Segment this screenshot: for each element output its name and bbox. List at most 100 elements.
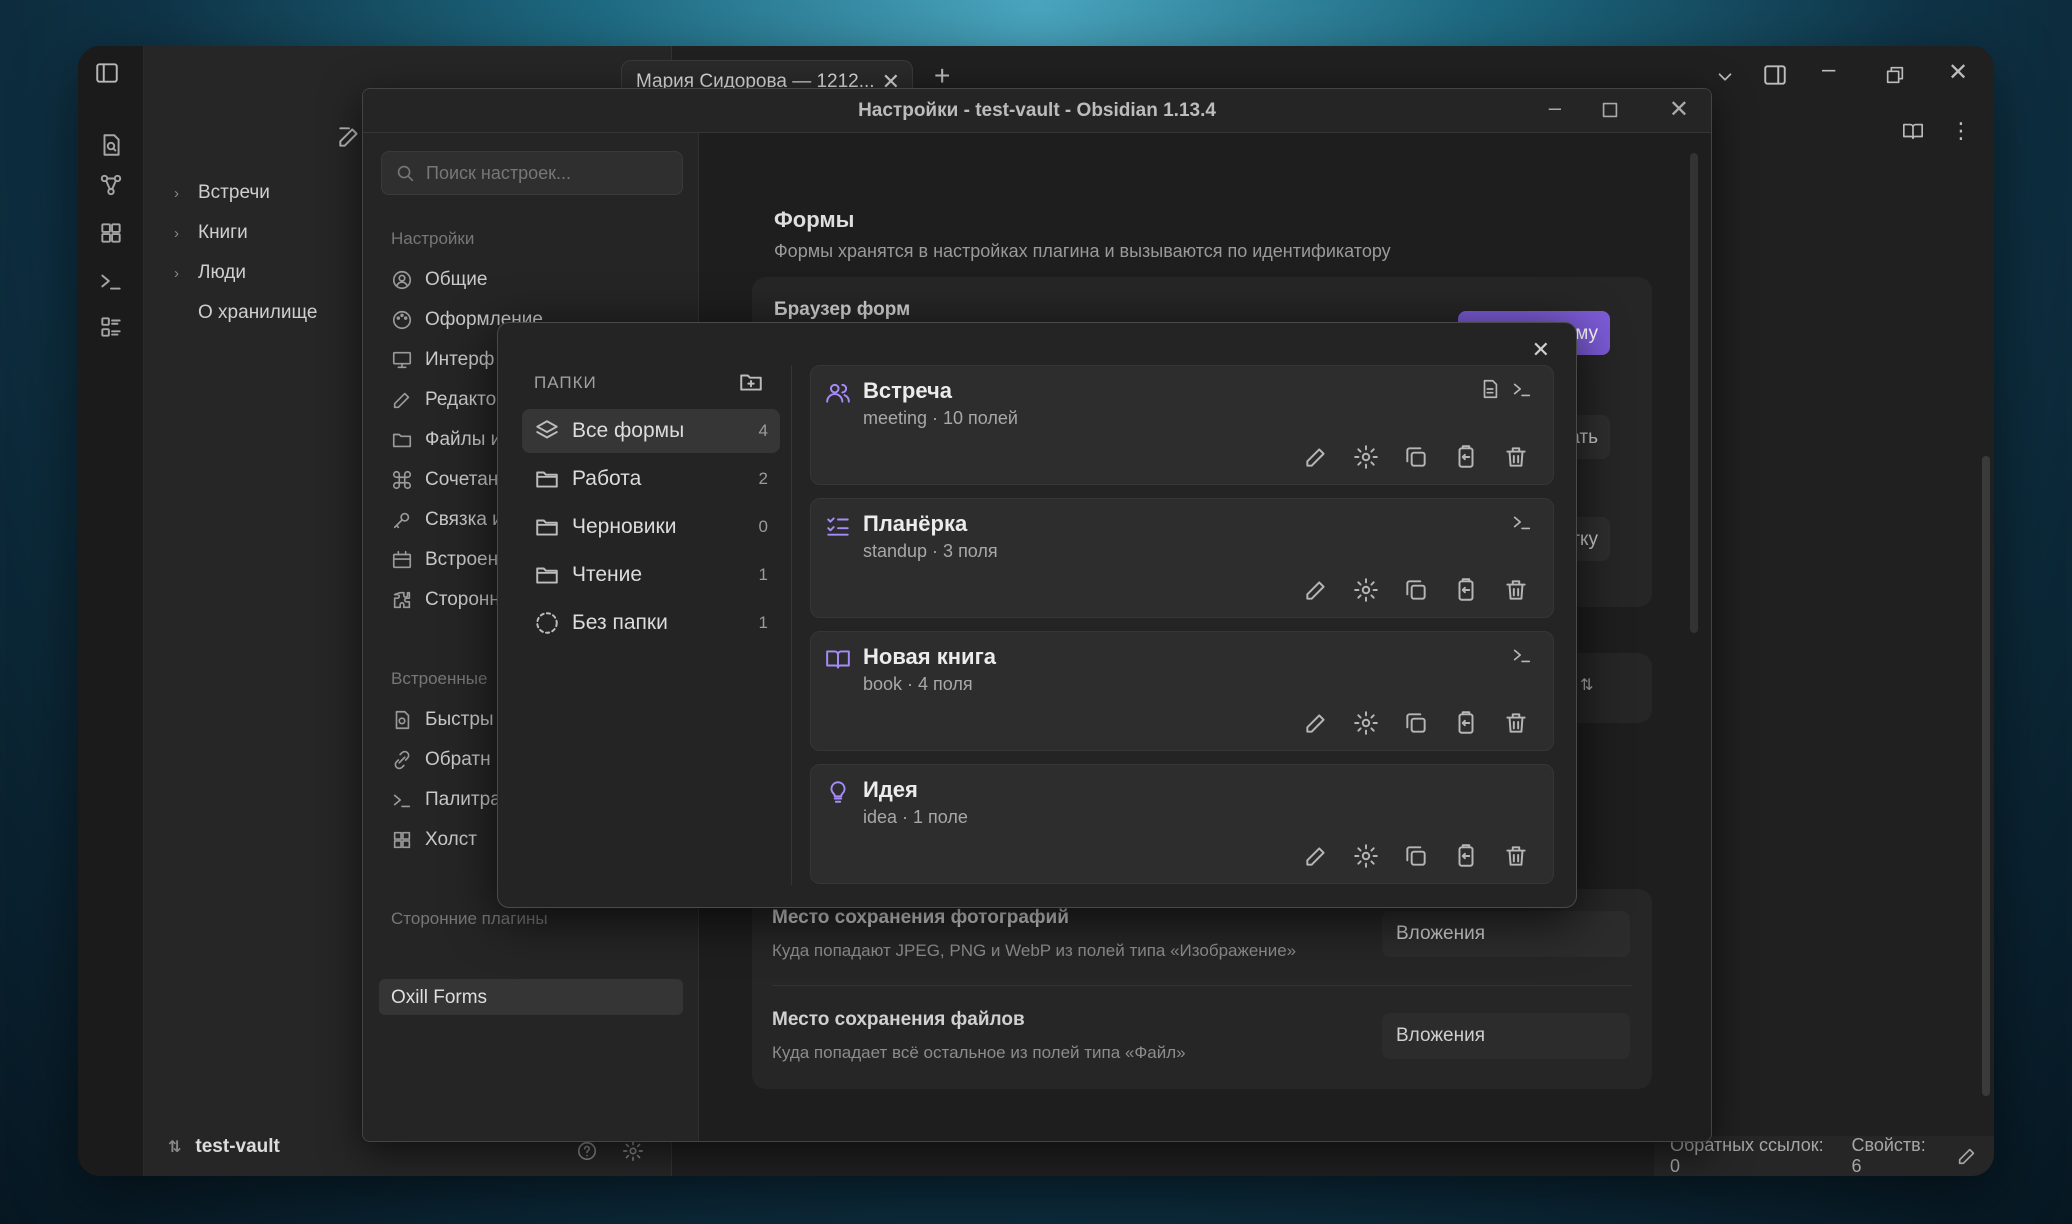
nav-item-palette[interactable]: Палитра (391, 789, 501, 811)
template-icon[interactable] (1479, 378, 1501, 400)
duplicate-icon[interactable] (1403, 444, 1429, 470)
nav-item-quick-switcher[interactable]: Быстры (391, 709, 494, 731)
settings-title: Настройки - test-vault - Obsidian 1.13.4 (363, 89, 1711, 133)
more-options-icon[interactable]: ⋮ (1950, 118, 1972, 144)
lightbulb-icon (825, 779, 851, 805)
export-icon[interactable] (1453, 577, 1479, 603)
canvas-icon[interactable] (98, 220, 124, 246)
nav-item-hotkeys[interactable]: Сочетан (391, 469, 498, 491)
command-palette-icon[interactable] (98, 268, 124, 294)
edit-icon[interactable] (1303, 843, 1329, 869)
form-title: Планёрка (863, 511, 968, 536)
tree-item-books[interactable]: › Книги (174, 222, 248, 244)
nav-item-core[interactable]: Встроен (391, 549, 498, 571)
duplicate-icon[interactable] (1403, 710, 1429, 736)
graph-icon[interactable] (98, 172, 124, 198)
right-sidebar-icon[interactable] (1762, 62, 1788, 88)
settings-search-input[interactable]: Поиск настроек... (381, 151, 683, 195)
export-icon[interactable] (1453, 444, 1479, 470)
scrollbar[interactable] (1982, 456, 1990, 1096)
form-card-meeting[interactable]: Встреча meeting · 10 полей (810, 365, 1554, 485)
settings-maximize-icon[interactable] (1599, 99, 1621, 121)
chevron-updown-icon[interactable]: ⇅ (1580, 663, 1610, 709)
edit-icon[interactable] (1303, 577, 1329, 603)
close-modal-icon[interactable]: ✕ (1532, 337, 1550, 363)
trash-icon[interactable] (1503, 577, 1529, 603)
export-icon[interactable] (1453, 710, 1479, 736)
trash-icon[interactable] (1503, 444, 1529, 470)
form-title: Идея (863, 777, 918, 802)
reading-view-icon[interactable] (1902, 120, 1924, 142)
tree-item-about[interactable]: О хранилище (174, 302, 317, 324)
nav-item-backlinks[interactable]: Обратн (391, 749, 491, 771)
command-icon[interactable] (1511, 644, 1533, 666)
new-folder-icon[interactable] (738, 369, 764, 395)
settings-scrollbar[interactable] (1690, 153, 1698, 633)
file-location-dropdown[interactable]: Вложения (1382, 1013, 1630, 1059)
duplicate-icon[interactable] (1403, 577, 1429, 603)
form-card-book[interactable]: Новая книга book · 4 поля (810, 631, 1554, 751)
gear-icon[interactable] (1353, 843, 1379, 869)
tree-item-meetings[interactable]: › Встречи (174, 182, 270, 204)
form-card-standup[interactable]: Планёрка standup · 3 поля (810, 498, 1554, 618)
restore-icon[interactable] (1884, 64, 1906, 86)
properties-count[interactable]: Свойств: 6 (1851, 1135, 1938, 1176)
minimize-icon[interactable]: – (1822, 56, 1835, 84)
folder-none[interactable]: Без папки 1 (522, 601, 780, 645)
export-icon[interactable] (1453, 843, 1479, 869)
nav-item-keychain[interactable]: Связка и (391, 509, 503, 531)
gear-icon[interactable] (1353, 444, 1379, 470)
open-note-icon[interactable] (98, 132, 124, 158)
nav-heading-community: Сторонние плагины (391, 909, 548, 928)
settings-gear-icon[interactable] (622, 1140, 644, 1162)
chevron-updown-icon: ⇅ (168, 1139, 182, 1156)
status-bar: Обратных ссылок: 0 Свойств: 6 (1654, 1135, 1994, 1176)
browser-label: Браузер форм (774, 299, 911, 320)
form-card-idea[interactable]: Идея idea · 1 поле (810, 764, 1554, 884)
nav-item-editor[interactable]: Редакто (391, 389, 496, 411)
form-title: Новая книга (863, 644, 996, 669)
form-subtitle: meeting · 10 полей (863, 408, 1018, 428)
folder-all-forms[interactable]: Все формы 4 (522, 409, 780, 453)
settings-close-icon[interactable]: ✕ (1669, 95, 1689, 124)
forms-list-icon[interactable] (98, 314, 124, 340)
trash-icon[interactable] (1503, 710, 1529, 736)
edit-icon[interactable] (1303, 710, 1329, 736)
folder-icon (536, 471, 558, 488)
users-icon (825, 380, 851, 406)
form-subtitle: book · 4 поля (863, 674, 973, 694)
book-open-icon (825, 646, 851, 672)
nav-item-community[interactable]: Сторонн (391, 589, 500, 611)
sidebar-toggle-icon[interactable] (94, 60, 120, 86)
folder-reading[interactable]: Чтение 1 (522, 553, 780, 597)
folder-drafts[interactable]: Черновики 0 (522, 505, 780, 549)
file-setting-name: Место сохранения файлов (772, 1009, 1025, 1030)
vault-switcher[interactable]: ⇅ test-vault (168, 1136, 280, 1158)
trash-icon[interactable] (1503, 843, 1529, 869)
forms-browser-modal: ✕ ПАПКИ Все формы 4 Работа 2 Черновики 0 Чт… (497, 322, 1577, 908)
new-note-icon[interactable] (336, 124, 362, 150)
nav-item-general[interactable]: Общие (391, 269, 487, 291)
nav-item-interface[interactable]: Интерф (391, 349, 494, 371)
layers-icon (536, 420, 558, 439)
command-icon[interactable] (1511, 511, 1533, 533)
nav-item-canvas[interactable]: Холст (391, 829, 477, 851)
gear-icon[interactable] (1353, 577, 1379, 603)
list-checks-icon (825, 513, 851, 539)
command-icon[interactable] (1511, 378, 1533, 400)
help-icon[interactable] (576, 1140, 598, 1162)
edit-icon[interactable] (1303, 444, 1329, 470)
gear-icon[interactable] (1353, 710, 1379, 736)
settings-minimize-icon[interactable]: – (1549, 95, 1561, 121)
edit-mode-icon[interactable] (1956, 1145, 1978, 1167)
chevron-down-icon[interactable] (1714, 66, 1736, 88)
file-setting-desc: Куда попадает всё остальное из полей тип… (772, 1043, 1186, 1062)
photo-location-dropdown[interactable]: Вложения (1382, 911, 1630, 957)
close-window-icon[interactable]: ✕ (1948, 58, 1968, 87)
tree-item-people[interactable]: › Люди (174, 262, 246, 284)
nav-item-files[interactable]: Файлы и (391, 429, 501, 451)
folder-work[interactable]: Работа 2 (522, 457, 780, 501)
duplicate-icon[interactable] (1403, 843, 1429, 869)
nav-item-oxill-forms[interactable]: Oxill Forms (379, 979, 683, 1015)
ribbon (78, 46, 144, 1176)
